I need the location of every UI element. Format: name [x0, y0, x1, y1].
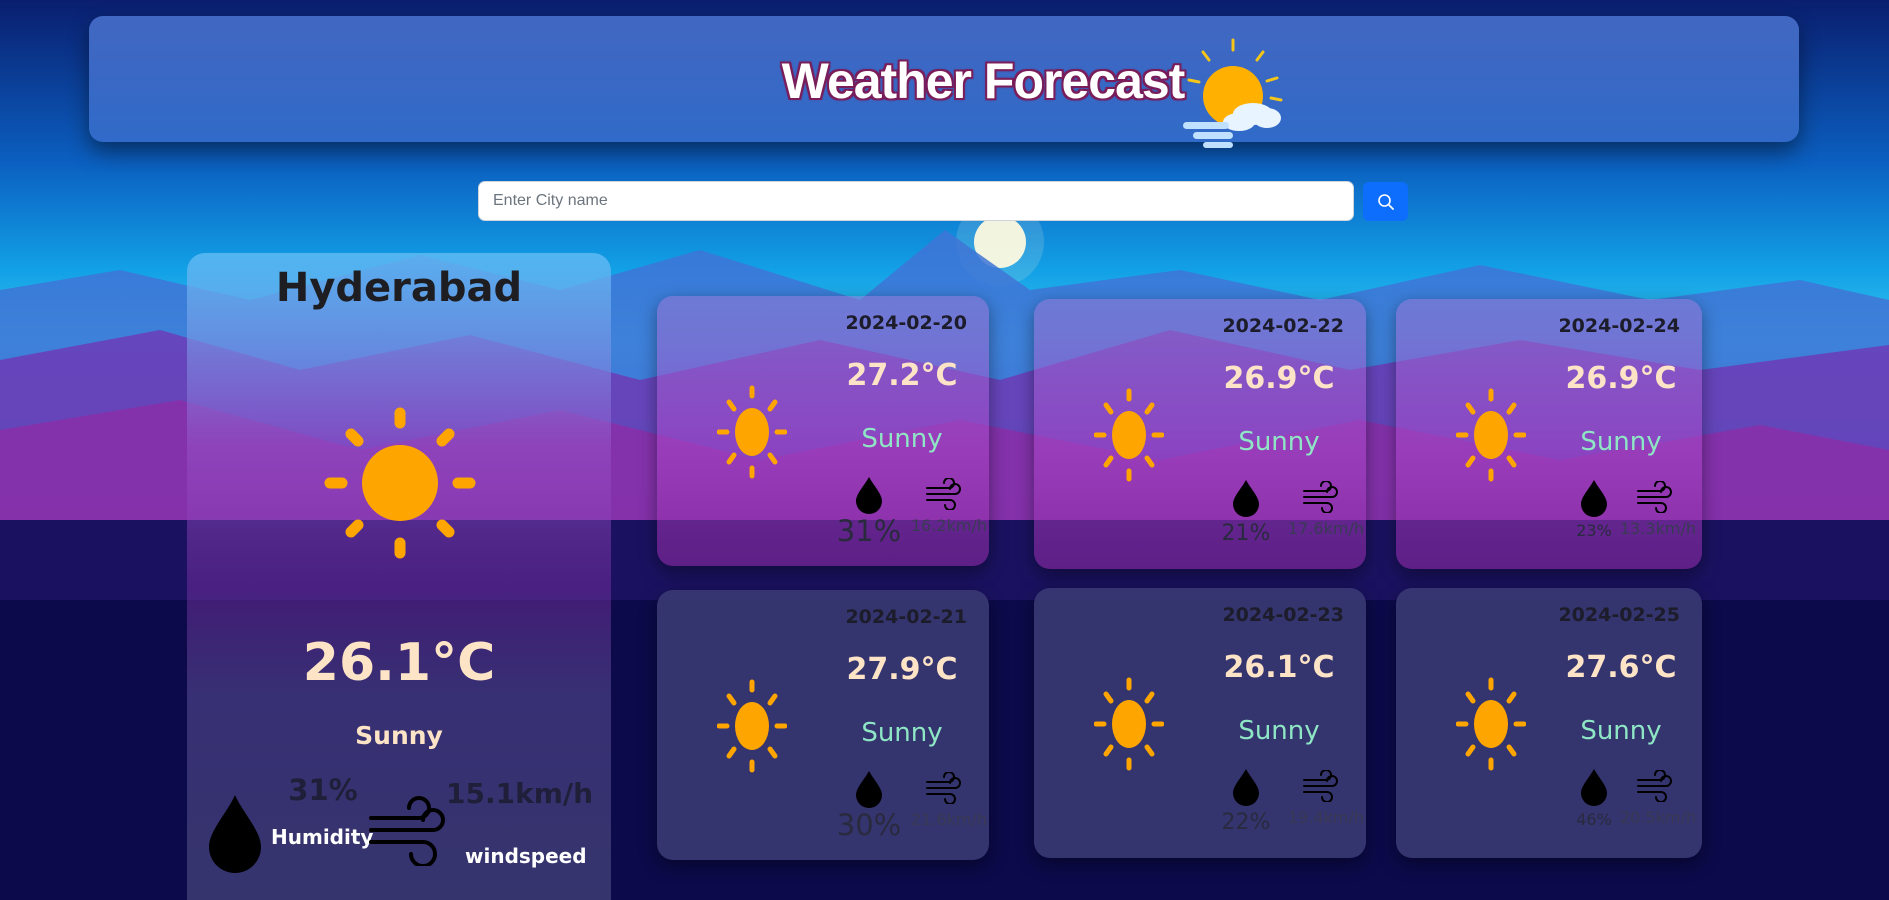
forecast-wind: 19.4km/h [1287, 808, 1364, 827]
forecast-card: 2024-02-21 27.9°C Sunny 30% 21.6km/h [657, 590, 989, 860]
city-name: Hyderabad [275, 265, 523, 311]
sun-icon [1456, 677, 1526, 771]
sun-icon [1094, 677, 1164, 771]
forecast-humidity: 22% [1221, 810, 1271, 835]
forecast-wind: 17.6km/h [1287, 519, 1364, 538]
forecast-card: 2024-02-20 27.2°C Sunny 31% 16.2km/h [657, 296, 989, 566]
wind-icon [369, 796, 445, 866]
current-wind-value: 15.1km/h [446, 777, 594, 810]
current-weather-card: Hyderabad 26.1°C Sunny 31% Humidity 15.1… [187, 253, 611, 900]
forecast-wind: 16.2km/h [910, 516, 987, 535]
forecast-condition: Sunny [861, 424, 943, 454]
app-title: Weather Forecast [781, 53, 1186, 109]
city-search-input[interactable] [478, 181, 1354, 221]
sun-icon [717, 385, 787, 479]
humidity-drop-icon [1233, 769, 1259, 806]
forecast-condition: Sunny [861, 718, 943, 748]
wind-icon [1303, 481, 1338, 513]
forecast-wind: 21.6km/h [910, 810, 987, 829]
search-icon [1377, 193, 1394, 210]
forecast-wind: 13.3km/h [1619, 519, 1696, 538]
wind-icon [1637, 770, 1672, 802]
forecast-temperature: 27.2°C [846, 358, 958, 393]
humidity-drop-icon [1581, 480, 1607, 517]
humidity-label: Humidity [271, 825, 374, 849]
humidity-drop-icon [1233, 480, 1259, 517]
sun-icon [717, 679, 787, 773]
forecast-temperature: 26.9°C [1223, 361, 1335, 396]
forecast-date: 2024-02-24 [1558, 315, 1680, 337]
wind-icon [926, 478, 961, 510]
app-header: Weather Forecast [89, 16, 1799, 148]
forecast-condition: Sunny [1238, 427, 1320, 457]
wind-icon [926, 772, 961, 804]
forecast-card: 2024-02-25 27.6°C Sunny 46% 20.5km/h [1396, 588, 1702, 858]
forecast-humidity: 30% [836, 808, 902, 842]
humidity-drop-icon [856, 477, 882, 514]
sun-icon [1456, 388, 1526, 482]
current-condition: Sunny [355, 721, 443, 750]
forecast-temperature: 27.6°C [1565, 650, 1677, 685]
forecast-card: 2024-02-24 26.9°C Sunny 23% 13.3km/h [1396, 299, 1702, 569]
forecast-temperature: 26.1°C [1223, 650, 1335, 685]
sun-icon [324, 407, 476, 559]
forecast-date: 2024-02-22 [1222, 315, 1344, 337]
forecast-condition: Sunny [1580, 716, 1662, 746]
humidity-drop-icon [1581, 769, 1607, 806]
forecast-card: 2024-02-22 26.9°C Sunny 21% 17.6km/h [1034, 299, 1366, 569]
forecast-card: 2024-02-23 26.1°C Sunny 22% 19.4km/h [1034, 588, 1366, 858]
search-button[interactable] [1363, 182, 1408, 221]
sun-cloud-icon [1183, 38, 1283, 148]
forecast-wind: 20.5km/h [1619, 808, 1696, 827]
wind-icon [1637, 481, 1672, 513]
current-temperature: 26.1°C [302, 633, 496, 693]
forecast-condition: Sunny [1580, 427, 1662, 457]
forecast-date: 2024-02-20 [845, 312, 967, 334]
forecast-humidity: 31% [836, 514, 902, 548]
current-humidity-value: 31% [288, 773, 358, 807]
windspeed-label: windspeed [465, 844, 587, 868]
forecast-condition: Sunny [1238, 716, 1320, 746]
forecast-temperature: 26.9°C [1565, 361, 1677, 396]
forecast-date: 2024-02-25 [1558, 604, 1680, 626]
humidity-drop-icon [209, 795, 261, 873]
sun-icon [1094, 388, 1164, 482]
forecast-temperature: 27.9°C [846, 652, 958, 687]
forecast-humidity: 21% [1221, 521, 1271, 546]
forecast-date: 2024-02-23 [1222, 604, 1344, 626]
wind-icon [1303, 770, 1338, 802]
forecast-date: 2024-02-21 [845, 606, 967, 628]
humidity-drop-icon [856, 771, 882, 808]
